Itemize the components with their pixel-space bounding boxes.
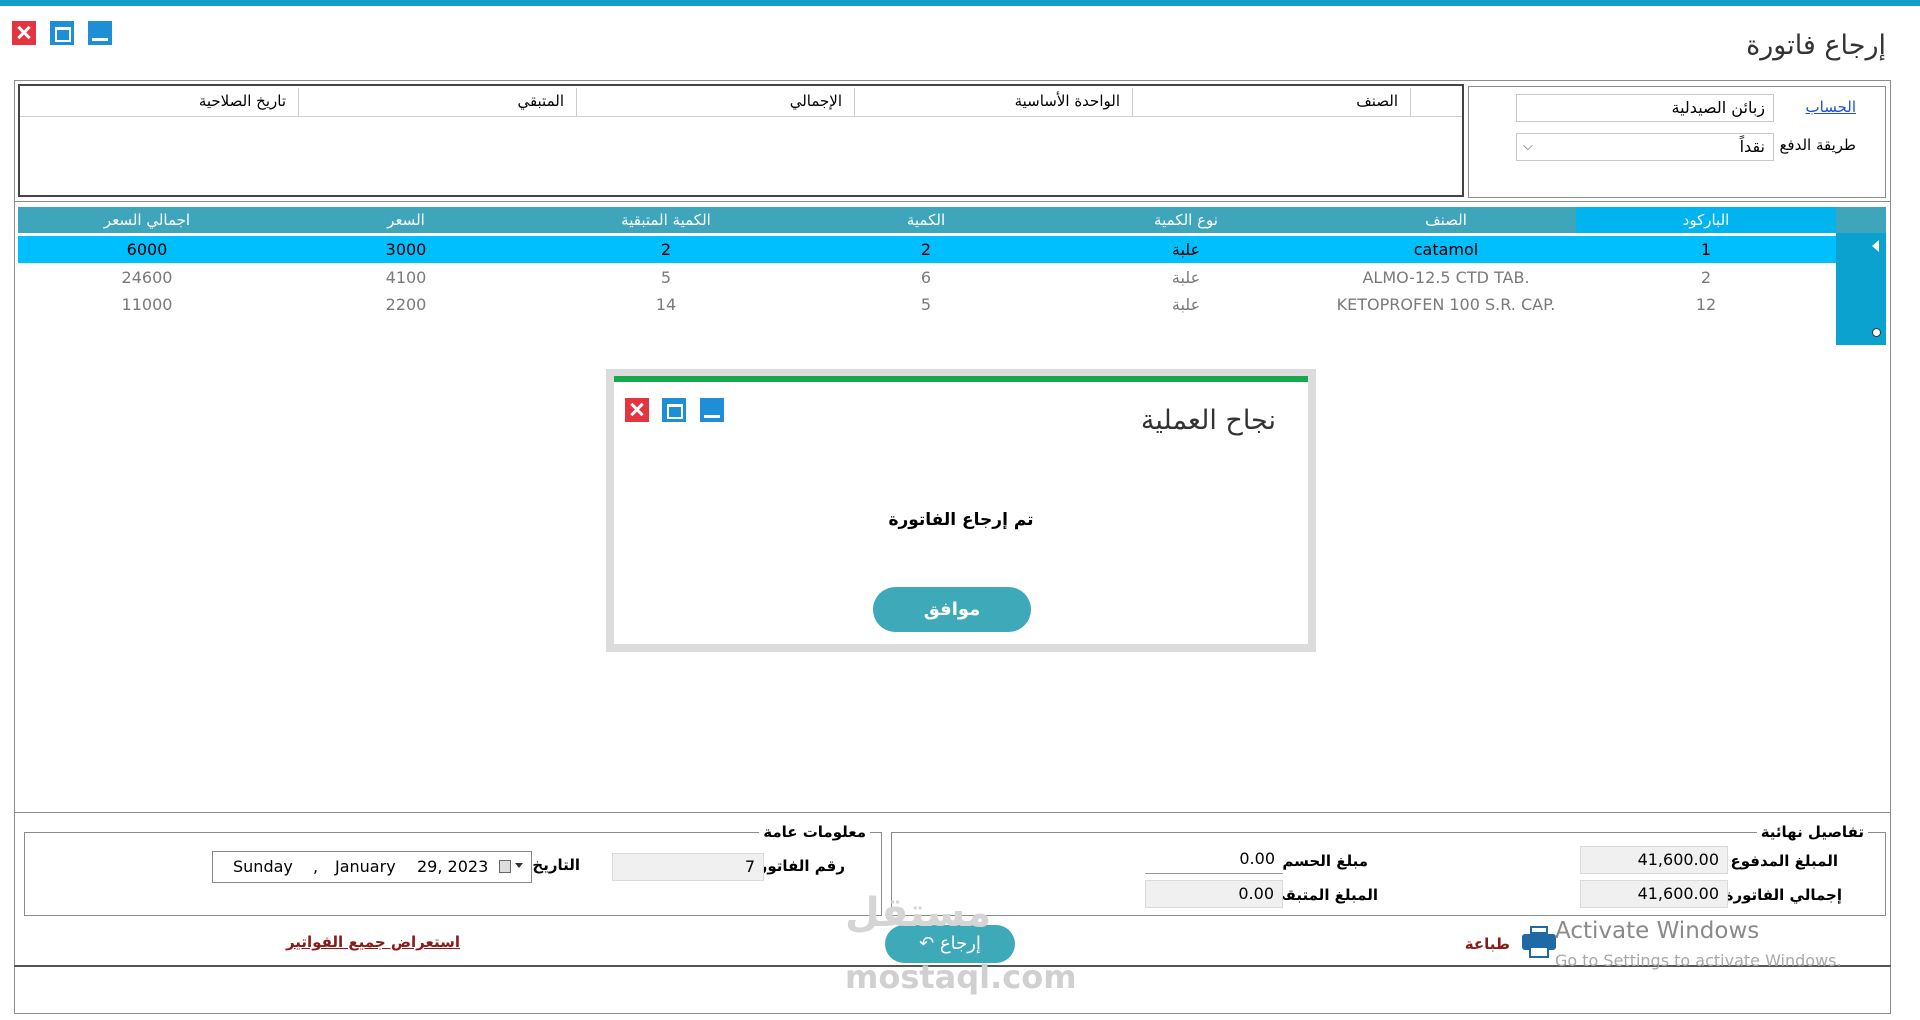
view-all-invoices-link[interactable]: استعراض جميع الفواتير [286,933,460,951]
remaining-label: المبلغ المتبقي [1270,886,1378,904]
cell-item: KETOPROFEN 100 S.R. CAP. [1336,295,1556,314]
print-link[interactable]: طباعة [1465,935,1510,953]
table-row[interactable]: 12 KETOPROFEN 100 S.R. CAP. علبة 5 14 22… [18,291,1836,318]
details-colsep [1132,88,1133,116]
dialog-title: نجاح العملية [1140,405,1276,436]
cell-barcode: 2 [1700,268,1712,287]
cell-remaining: 2 [660,240,672,259]
grid-top-line [14,201,1891,202]
paid-label: المبلغ المدفوع [1730,852,1838,870]
details-header-item[interactable]: الصنف [1356,92,1398,110]
close-icon[interactable] [12,21,36,45]
details-colsep [1410,88,1411,116]
grid-header-item[interactable]: الصنف [1316,207,1576,233]
grid-header-barcode[interactable]: الباركود [1576,207,1836,233]
watermark-english: mostaql.com [845,958,1077,996]
account-field[interactable]: زبائن الصيدلية [1516,94,1774,122]
cell-barcode: 12 [1695,295,1717,314]
details-header-line [20,116,1462,117]
maximize-icon[interactable] [50,21,74,45]
date-day: Sunday [233,857,293,876]
grid-header-price[interactable]: السعر [276,207,536,233]
grid-header-qty[interactable]: الكمية [796,207,1056,233]
details-colsep [576,88,577,116]
table-row[interactable]: 1 catamol علبة 2 2 3000 6000 [18,236,1836,263]
invoice-number-field[interactable]: 7 [612,853,764,881]
details-header-unit[interactable]: الواحدة الأساسية [1015,92,1120,110]
watermark-arabic: مستقل [845,890,992,936]
bottom-separator [14,812,1891,813]
cell-unit: علبة [1171,295,1201,314]
cell-total: 24600 [121,268,173,287]
undo-icon: ↶ [919,933,935,954]
details-colsep [854,88,855,116]
cell-qty: 2 [920,240,932,259]
paid-field[interactable]: 41,600.00 [1580,846,1728,874]
cell-qty: 6 [920,268,932,287]
details-header-remaining[interactable]: المتبقي [517,92,564,110]
ok-button[interactable]: موافق [873,587,1031,632]
invoice-total-label: إجمالي الفاتورة [1724,886,1842,904]
return-label: إرجاع [939,933,981,954]
account-link[interactable]: الحساب [1806,98,1857,116]
cell-remaining: 5 [660,268,672,287]
date-picker[interactable]: Sunday , January 29, 2023 [212,851,532,883]
dialog-message: تم إرجاع الفاتورة [888,510,1034,530]
remaining-field[interactable]: 0.00 [1145,880,1283,908]
minimize-icon[interactable] [88,21,112,45]
chevron-down-icon: ⌵ [1523,139,1533,154]
date-sep: , [313,857,319,876]
row-pointer-icon [1872,240,1879,252]
cell-item: ALMO-12.5 CTD TAB. [1362,268,1530,287]
payment-label: طريقة الدفع [1779,136,1856,154]
payment-select[interactable]: نقداً ⌵ [1516,133,1774,161]
cell-total: 6000 [126,240,168,259]
dialog-maximize-icon[interactable] [662,398,686,422]
cell-unit: علبة [1171,240,1201,259]
date-month: January [335,857,396,876]
dialog-minimize-icon[interactable] [700,398,724,422]
discount-label: مبلغ الحسم [1282,852,1368,870]
date-label: التاريخ [532,856,580,874]
cell-qty: 5 [920,295,932,314]
dialog-close-icon[interactable] [625,398,649,422]
grid-header-total[interactable]: اجمالي السعر [18,207,276,233]
table-row[interactable]: 2 ALMO-12.5 CTD TAB. علبة 6 5 4100 24600 [18,264,1836,291]
cell-unit: علبة [1171,268,1201,287]
general-info-title: معلومات عامة [759,823,870,841]
discount-field[interactable]: 0.00 [1145,846,1283,874]
invoice-total-field[interactable]: 41,600.00 [1580,880,1728,908]
details-header-expiry[interactable]: تاريخ الصلاحية [199,92,286,110]
row-header-column[interactable] [1836,233,1886,345]
cell-price: 3000 [385,240,427,259]
cell-barcode: 1 [1700,240,1712,259]
cell-item: catamol [1413,240,1479,259]
window-title: إرجاع فاتورة [1746,30,1886,61]
activate-windows-subtitle: Go to Settings to activate Windows. [1555,951,1842,970]
date-rest: 29, 2023 [417,857,489,876]
chevron-down-icon [515,863,523,868]
invoice-number-label: رقم الفاتورة [749,857,845,875]
cell-price: 2200 [385,295,427,314]
new-row-icon [1872,328,1881,337]
cell-price: 4100 [385,268,427,287]
final-details-title: تفاصيل نهائية [1756,823,1868,841]
printer-icon[interactable] [1522,926,1556,960]
details-colsep [298,88,299,116]
payment-value: نقداً [1739,137,1765,156]
activate-windows-title: Activate Windows [1555,918,1760,944]
details-header-total[interactable]: الإجمالي [790,92,842,110]
calendar-icon[interactable] [499,860,511,873]
cell-total: 11000 [121,295,173,314]
grid-header-remaining[interactable]: الكمية المتبقية [536,207,796,233]
cell-remaining: 14 [655,295,677,314]
top-accent-bar [0,0,1920,6]
grid-header-unit[interactable]: نوع الكمية [1056,207,1316,233]
